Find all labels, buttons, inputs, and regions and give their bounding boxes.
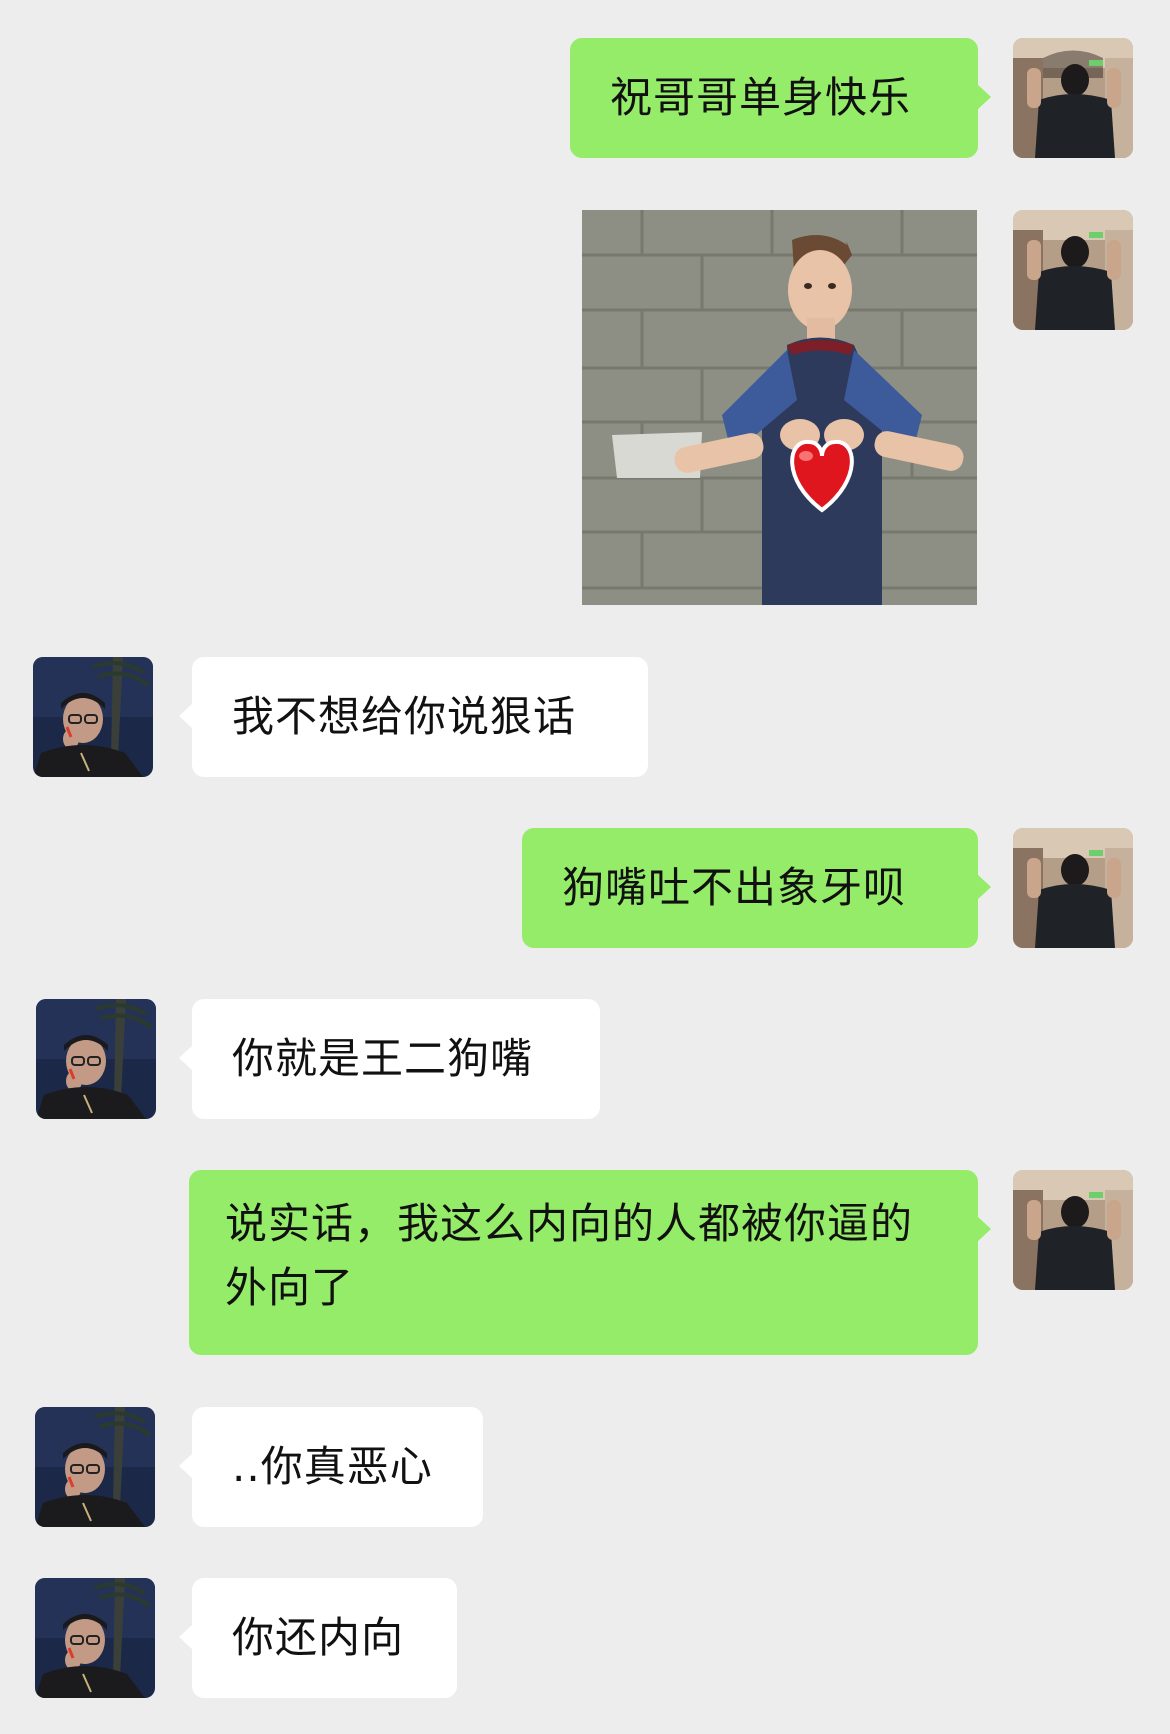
contact-avatar[interactable] bbox=[35, 1578, 155, 1698]
chat-conversation[interactable]: 祝哥哥单身快乐 我不想给你说狠话 狗嘴吐不出象牙呗 你就是王二狗嘴 说实话，我这… bbox=[0, 0, 1170, 1734]
message-bubble-sent[interactable]: 狗嘴吐不出象牙呗 bbox=[522, 828, 991, 948]
message-bubble-received[interactable]: 你还内向 bbox=[179, 1578, 457, 1698]
my-avatar[interactable] bbox=[1013, 38, 1133, 158]
my-avatar[interactable] bbox=[1013, 828, 1133, 948]
contact-avatar[interactable] bbox=[36, 999, 156, 1119]
my-avatar[interactable] bbox=[1013, 1170, 1133, 1290]
boy-making-heart-hands-sticker[interactable] bbox=[582, 210, 977, 605]
message-bubble-sent[interactable]: 说实话，我这么内向的人都被你逼的外向了 bbox=[189, 1170, 991, 1355]
contact-avatar[interactable] bbox=[35, 1407, 155, 1527]
message-bubble-sent[interactable]: 祝哥哥单身快乐 bbox=[570, 38, 991, 158]
contact-avatar[interactable] bbox=[33, 657, 153, 777]
message-bubble-received[interactable]: 我不想给你说狠话 bbox=[179, 657, 648, 777]
message-bubble-received[interactable]: ..你真恶心 bbox=[179, 1407, 483, 1527]
my-avatar[interactable] bbox=[1013, 210, 1133, 330]
message-bubble-received[interactable]: 你就是王二狗嘴 bbox=[179, 999, 600, 1119]
